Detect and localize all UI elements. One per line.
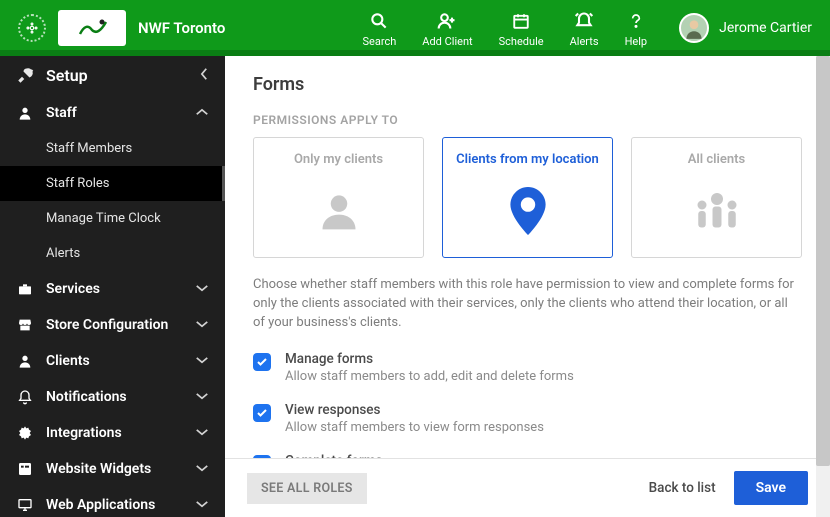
header-actions: Search Add Client Schedule Alerts Help	[363, 9, 648, 48]
user-menu[interactable]: Jerome Cartier	[679, 13, 812, 43]
help-icon	[625, 9, 648, 33]
avatar	[679, 13, 709, 43]
search-action[interactable]: Search	[363, 9, 397, 48]
business-name: NWF Toronto	[138, 19, 225, 37]
sidebar-item-setup[interactable]: Setup	[0, 56, 225, 95]
sidebar-item-manage-time-clock[interactable]: Manage Time Clock	[0, 201, 225, 236]
search-icon	[363, 9, 397, 33]
perm-manage-forms: Manage forms Allow staff members to add,…	[253, 351, 802, 384]
save-button[interactable]: Save	[734, 471, 808, 505]
person-silhouette-icon	[262, 185, 415, 237]
chevron-down-icon	[195, 461, 209, 477]
business-logo[interactable]	[58, 10, 126, 46]
location-pin-icon	[451, 185, 604, 237]
sidebar-item-widgets[interactable]: Website Widgets	[0, 451, 225, 487]
page-title: Forms	[253, 74, 802, 95]
sidebar-item-staff-members[interactable]: Staff Members	[0, 131, 225, 166]
tools-icon	[16, 67, 34, 85]
chevron-down-icon	[195, 317, 209, 333]
gear-icon	[16, 425, 34, 441]
add-client-icon	[422, 9, 472, 33]
back-to-list-link[interactable]: Back to list	[649, 480, 716, 496]
bell-icon	[570, 9, 599, 33]
chevron-down-icon	[195, 389, 209, 405]
monitor-icon	[16, 497, 34, 513]
card-only-my-clients[interactable]: Only my clients	[253, 137, 424, 258]
content-area: Forms PERMISSIONS APPLY TO Only my clien…	[225, 56, 830, 517]
user-name: Jerome Cartier	[719, 20, 812, 36]
sidebar-item-integrations[interactable]: Integrations	[0, 415, 225, 451]
help-action[interactable]: Help	[625, 9, 648, 48]
sidebar-item-staff[interactable]: Staff	[0, 95, 225, 131]
checkbox-view-responses[interactable]	[253, 404, 271, 422]
sidebar-item-notifications[interactable]: Notifications	[0, 379, 225, 415]
sidebar-item-alerts[interactable]: Alerts	[0, 236, 225, 271]
content-footer: SEE ALL ROLES Back to list Save	[225, 458, 830, 517]
store-icon	[16, 317, 34, 333]
permissions-description: Choose whether staff members with this r…	[253, 276, 802, 333]
chevron-down-icon	[195, 281, 209, 297]
sidebar-item-staff-roles[interactable]: Staff Roles	[0, 166, 225, 201]
permissions-label: PERMISSIONS APPLY TO	[253, 113, 802, 127]
sidebar: Setup Staff Staff Members Staff Roles Ma…	[0, 56, 225, 517]
sidebar-item-clients[interactable]: Clients	[0, 343, 225, 379]
chevron-down-icon	[195, 425, 209, 441]
card-all-clients[interactable]: All clients	[631, 137, 802, 258]
perm-view-responses: View responses Allow staff members to vi…	[253, 402, 802, 435]
chevron-left-icon	[200, 67, 209, 85]
person-icon	[16, 105, 34, 121]
bell-outline-icon	[16, 389, 34, 405]
chevron-down-icon	[195, 497, 209, 513]
group-icon	[640, 185, 793, 237]
person-icon	[16, 353, 34, 369]
grid-icon	[16, 461, 34, 477]
card-clients-location[interactable]: Clients from my location	[442, 137, 613, 258]
sidebar-item-webapps[interactable]: Web Applications	[0, 487, 225, 517]
sidebar-item-store-config[interactable]: Store Configuration	[0, 307, 225, 343]
alerts-action[interactable]: Alerts	[570, 9, 599, 48]
checkbox-manage-forms[interactable]	[253, 353, 271, 371]
schedule-action[interactable]: Schedule	[499, 9, 544, 48]
scrollbar-thumb[interactable]	[816, 56, 830, 466]
calendar-icon	[499, 9, 544, 33]
chevron-down-icon	[195, 353, 209, 369]
add-client-action[interactable]: Add Client	[422, 9, 472, 48]
top-header: NWF Toronto Search Add Client Schedule A…	[0, 0, 830, 56]
briefcase-icon	[16, 281, 34, 297]
menu-icon[interactable]	[18, 14, 46, 42]
sidebar-item-services[interactable]: Services	[0, 271, 225, 307]
chevron-up-icon	[195, 105, 209, 121]
see-all-roles-button[interactable]: SEE ALL ROLES	[247, 473, 367, 504]
